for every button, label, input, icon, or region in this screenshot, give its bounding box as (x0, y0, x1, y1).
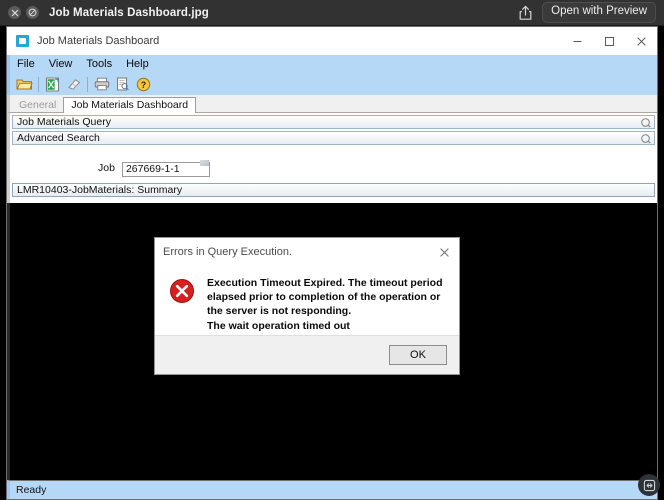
share-icon[interactable] (518, 5, 533, 21)
close-icon[interactable] (625, 27, 657, 55)
minimize-icon[interactable] (561, 27, 593, 55)
svg-text:?: ? (141, 80, 147, 90)
tab-job-materials-dashboard[interactable]: Job Materials Dashboard (63, 97, 197, 113)
app-window-title: Job Materials Dashboard (37, 35, 160, 47)
job-field-row: Job (10, 159, 657, 177)
viewer-actions: Open with Preview (518, 2, 656, 23)
dialog-message-line2: The wait operation timed out (207, 319, 350, 332)
dialog-title: Errors in Query Execution. (163, 246, 292, 258)
help-icon[interactable]: ? (134, 75, 153, 93)
group-bar-label: Job Materials Query (17, 116, 111, 128)
open-with-preview-button[interactable]: Open with Preview (542, 2, 656, 23)
quicklook-viewer: Job Materials Dashboard.jpg Open with Pr… (0, 0, 664, 500)
export-excel-icon[interactable] (43, 75, 62, 93)
tabstrip: General Job Materials Dashboard (7, 95, 657, 113)
close-circle-icon[interactable] (8, 6, 21, 19)
previewed-image: Job Materials Dashboard File View Tools … (0, 26, 664, 500)
menu-item-view[interactable]: View (42, 58, 80, 70)
error-circle-icon (169, 278, 195, 304)
job-input-wrapper (121, 159, 210, 177)
markup-circle-icon[interactable] (26, 6, 39, 19)
form-panel: Job Materials Query Advanced Search Job … (7, 113, 657, 203)
group-bar-job-materials-query[interactable]: Job Materials Query (12, 115, 655, 129)
statusbar: Ready (7, 480, 657, 499)
print-icon[interactable] (92, 75, 111, 93)
window-controls (561, 27, 657, 55)
collapse-refresh-icon[interactable] (640, 117, 651, 131)
toolbar: ? (7, 73, 657, 95)
menu-item-help[interactable]: Help (119, 58, 156, 70)
menu-item-tools[interactable]: Tools (79, 58, 119, 70)
group-bar-advanced-search[interactable]: Advanced Search (12, 131, 655, 145)
resize-fullscreen-icon[interactable] (638, 474, 660, 496)
window-app-icon (16, 35, 29, 47)
summary-bar[interactable]: LMR10403-JobMaterials: Summary (12, 183, 655, 197)
app-titlebar: Job Materials Dashboard (7, 27, 657, 55)
ok-button[interactable]: OK (389, 345, 447, 365)
collapse-refresh-icon[interactable] (640, 133, 651, 147)
toolbar-separator (87, 76, 88, 92)
open-folder-icon[interactable] (15, 75, 34, 93)
viewer-titlebar: Job Materials Dashboard.jpg Open with Pr… (0, 0, 664, 26)
viewer-title: Job Materials Dashboard.jpg (49, 6, 209, 19)
dialog-titlebar: Errors in Query Execution. (155, 238, 459, 266)
menubar: File View Tools Help (7, 55, 657, 73)
status-text: Ready (16, 484, 47, 496)
job-input-corner-grip (199, 160, 209, 166)
menu-item-file[interactable]: File (10, 58, 42, 70)
dialog-message: Execution Timeout Expired. The timeout p… (207, 276, 447, 335)
dialog-footer: OK (155, 335, 459, 374)
print-preview-icon[interactable] (113, 75, 132, 93)
job-input[interactable] (121, 161, 210, 177)
eraser-icon[interactable] (64, 75, 83, 93)
dialog-content: Execution Timeout Expired. The timeout p… (155, 266, 459, 335)
toolbar-separator (38, 76, 39, 92)
close-icon[interactable] (429, 238, 459, 266)
maximize-icon[interactable] (593, 27, 625, 55)
tab-general[interactable]: General (12, 98, 63, 112)
group-bar-label: Advanced Search (17, 132, 100, 144)
dialog-message-line1: Execution Timeout Expired. The timeout p… (207, 277, 443, 318)
error-dialog: Errors in Query Execution. Execution Tim… (154, 237, 460, 375)
summary-bar-label: LMR10403-JobMaterials: Summary (17, 184, 183, 196)
job-label: Job (98, 162, 115, 174)
